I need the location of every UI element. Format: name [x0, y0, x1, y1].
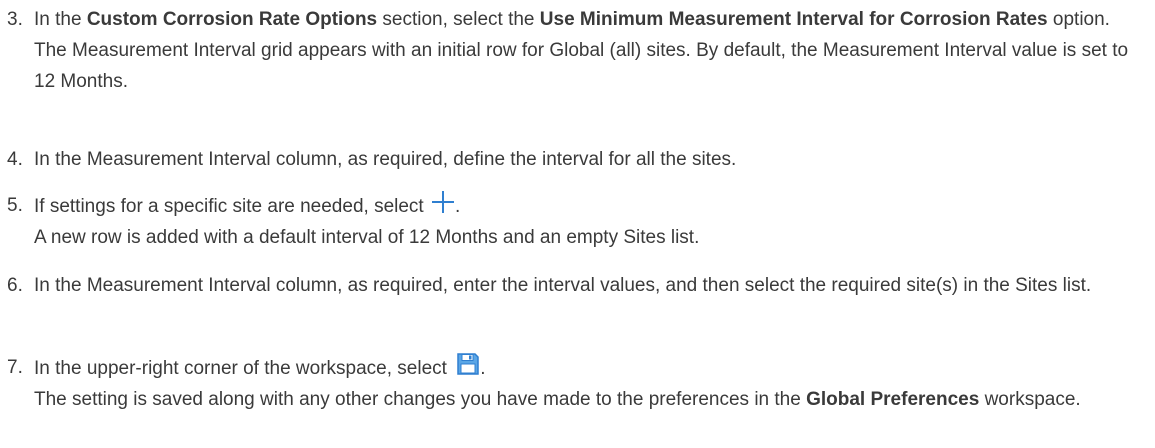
step-number: 6. — [7, 275, 23, 296]
step-text: If settings for a specific site are need… — [34, 196, 429, 217]
plus-icon — [431, 190, 455, 214]
step-text: In the — [34, 9, 87, 30]
result-text: workspace. — [979, 389, 1081, 410]
step-body: In the upper-right corner of the workspa… — [34, 352, 1150, 415]
step-result: A new row is added with a default interv… — [34, 227, 700, 248]
procedure-steps: 3. In the Custom Corrosion Rate Options … — [0, 0, 1155, 448]
step-text: In the upper-right corner of the workspa… — [34, 358, 453, 379]
step-number: 3. — [7, 9, 23, 30]
step-result: The Measurement Interval grid appears wi… — [34, 40, 1129, 92]
step-result: The setting is saved along with any othe… — [34, 384, 1150, 415]
step-text: In the Measurement Interval column, as r… — [34, 149, 737, 170]
step-text: section, select the — [377, 9, 540, 30]
step-number: 4. — [7, 149, 23, 170]
save-icon — [456, 352, 480, 376]
step-body: In the Measurement Interval column, as r… — [34, 144, 1150, 175]
step-body: If settings for a specific site are need… — [34, 190, 1150, 253]
result-text: The setting is saved along with any othe… — [34, 389, 807, 410]
section-name: Custom Corrosion Rate Options — [86, 9, 378, 30]
workspace-name: Global Preferences — [806, 389, 980, 410]
step-text: . — [454, 196, 461, 217]
step-text: In the Measurement Interval column, as r… — [34, 275, 1092, 296]
step-body: In the Measurement Interval column, as r… — [34, 270, 1150, 301]
step-body: In the Custom Corrosion Rate Options sec… — [34, 4, 1150, 97]
step-number: 7. — [7, 357, 23, 378]
step-text: . — [480, 358, 486, 379]
step-number: 5. — [7, 195, 23, 216]
step-text: option. — [1047, 9, 1110, 30]
option-name: Use Minimum Measurement Interval for Cor… — [539, 9, 1048, 30]
